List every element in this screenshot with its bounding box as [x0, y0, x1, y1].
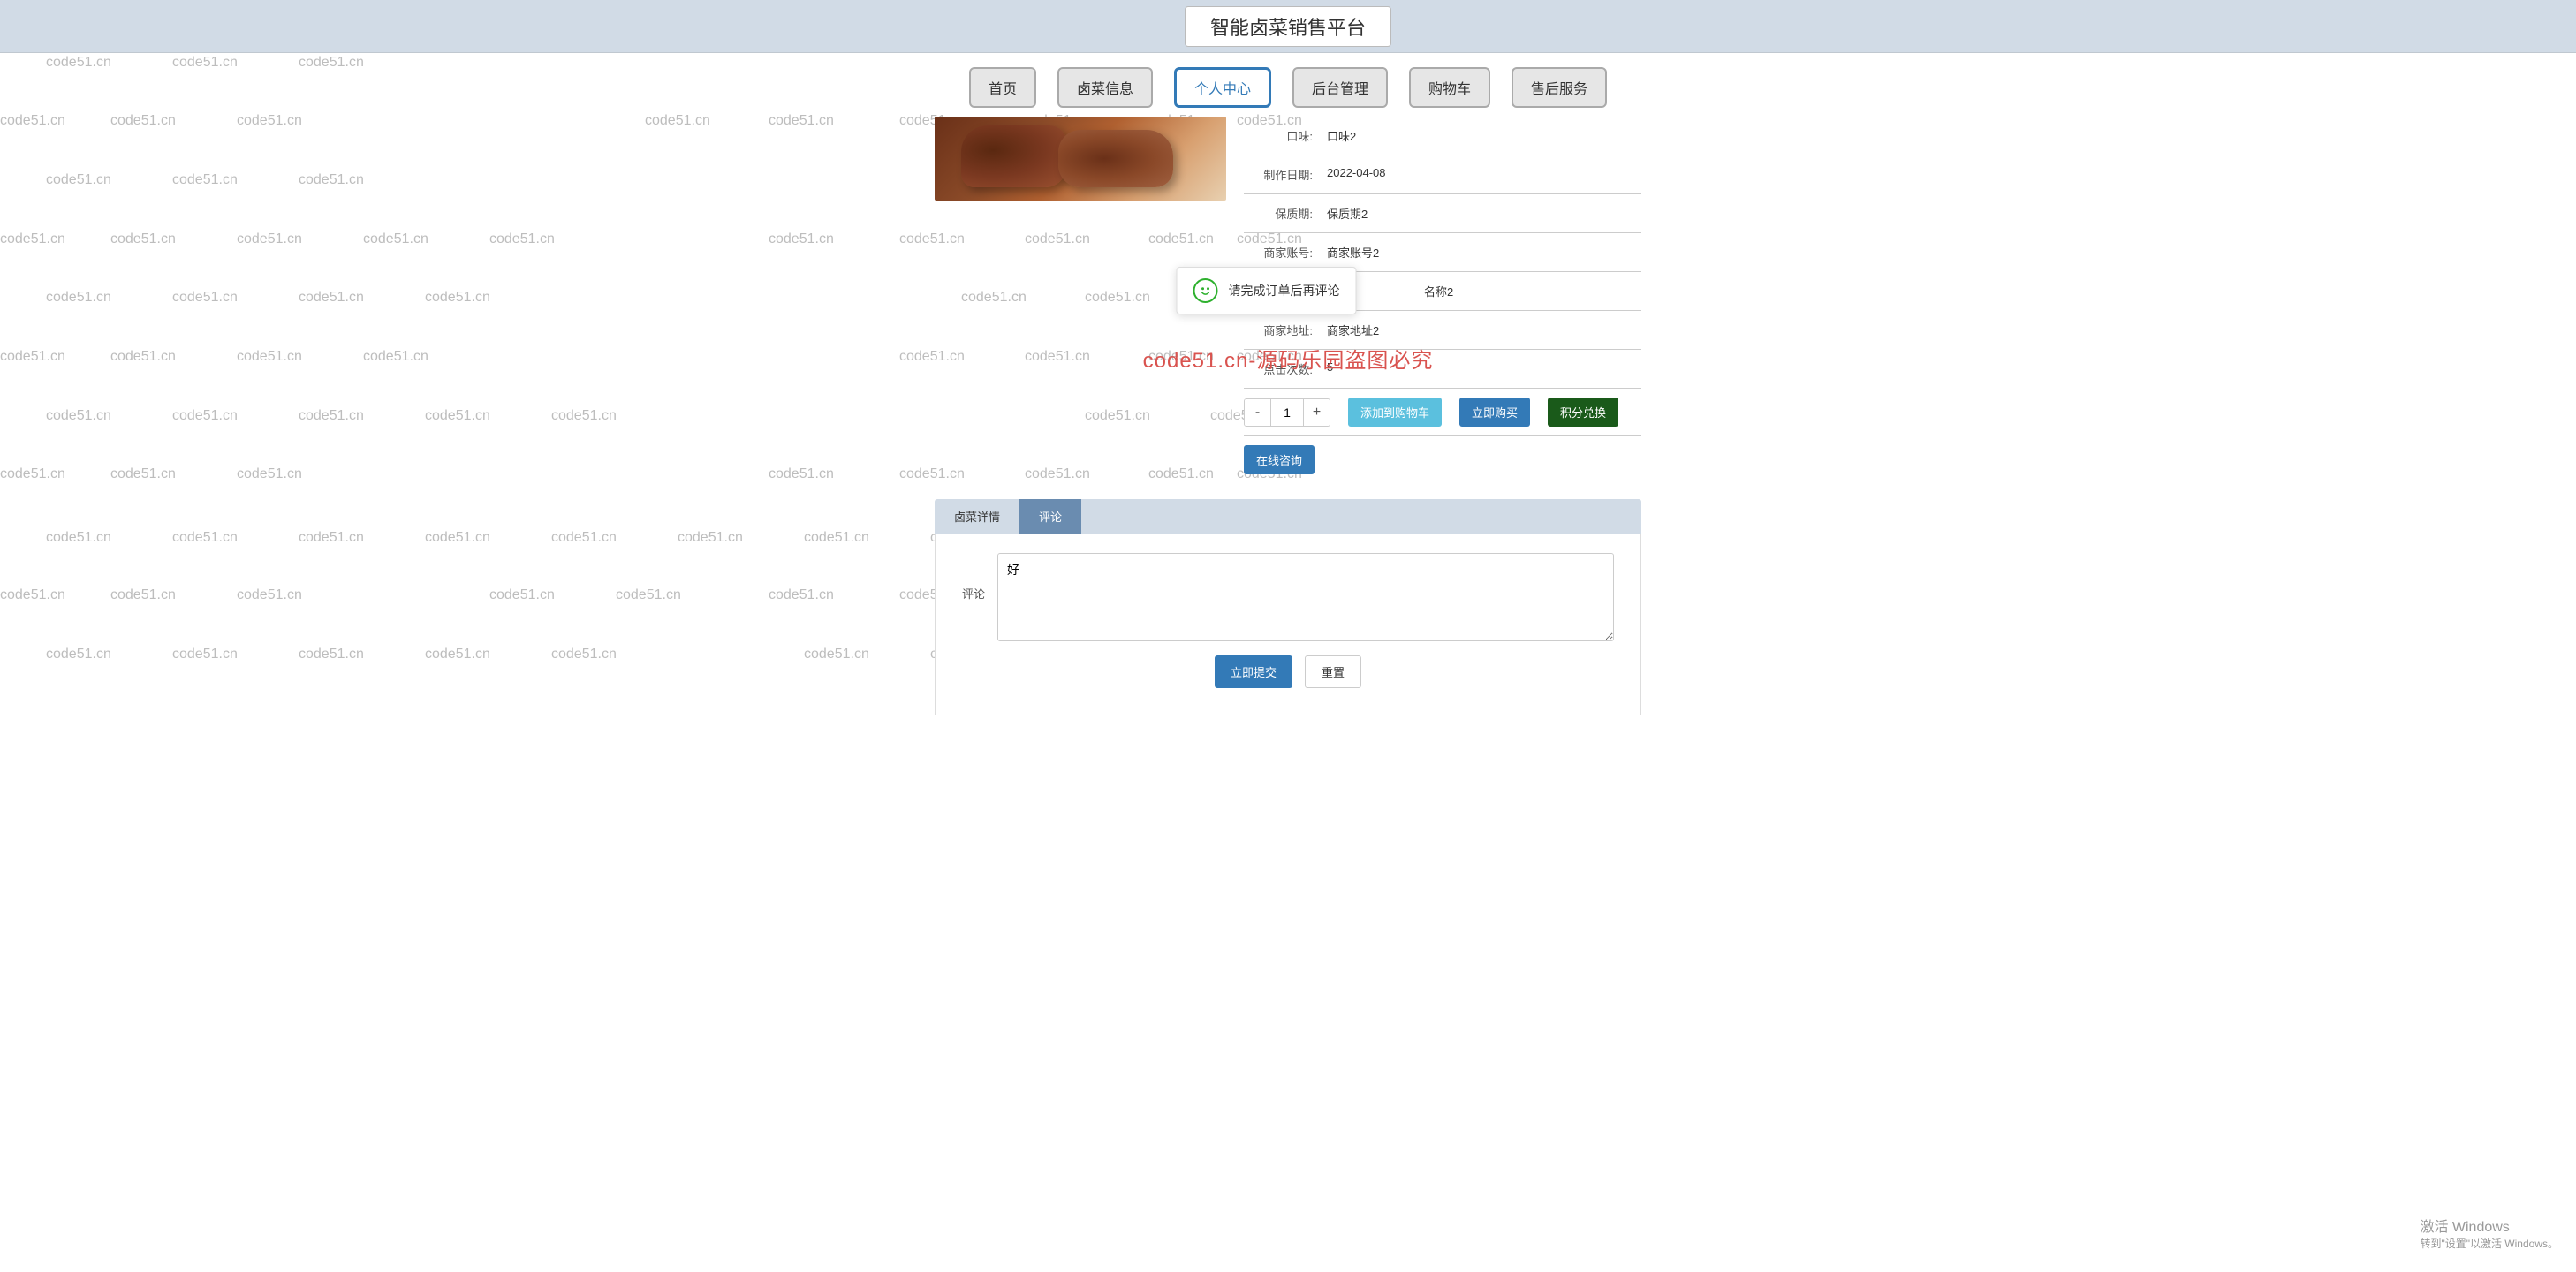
nav-row: 首页 卤菜信息 个人中心 后台管理 购物车 售后服务: [0, 53, 2576, 117]
watermark: code51.cn: [804, 530, 869, 546]
watermark: code51.cn: [299, 647, 364, 662]
product-image: [935, 117, 1226, 201]
nav-backend[interactable]: 后台管理: [1292, 67, 1388, 108]
toast-message: 请完成订单后再评论: [1229, 282, 1340, 299]
field-production-date: 制作日期: 2022-04-08: [1244, 155, 1641, 194]
field-value: 商家账号2: [1327, 244, 1379, 261]
field-flavor: 口味: 口味2: [1244, 117, 1641, 155]
tabs-section: 卤菜详情 评论 评论 立即提交 重置: [935, 499, 1641, 716]
tab-bar: 卤菜详情 评论: [935, 499, 1641, 534]
watermark: code51.cn: [551, 647, 617, 662]
field-click-count: 点击次数: 5: [1244, 350, 1641, 389]
qty-minus-button[interactable]: -: [1245, 399, 1271, 426]
action-row: - + 添加到购物车 立即购买 积分兑换: [1244, 389, 1641, 436]
toast-dialog: 请完成订单后再评论: [1177, 267, 1357, 314]
smile-icon: [1193, 278, 1218, 303]
qty-input[interactable]: [1271, 399, 1303, 426]
field-label: 制作日期:: [1247, 166, 1327, 183]
field-value: 2022-04-08: [1327, 166, 1386, 183]
watermark: code51.cn: [46, 530, 111, 546]
activation-line2: 转到"设置"以激活 Windows。: [2420, 1236, 2558, 1251]
field-merchant-address: 商家地址: 商家地址2: [1244, 311, 1641, 350]
tab-details[interactable]: 卤菜详情: [935, 499, 1019, 534]
watermark: code51.cn: [299, 530, 364, 546]
watermark: code51.cn: [237, 587, 302, 603]
watermark: code51.cn: [616, 587, 681, 603]
comment-textarea[interactable]: [997, 553, 1614, 641]
watermark: code51.cn: [0, 587, 65, 603]
watermark: code51.cn: [769, 587, 834, 603]
tab-body-comments: 评论 立即提交 重置: [935, 534, 1641, 716]
nav-home[interactable]: 首页: [969, 67, 1036, 108]
windows-activation-notice: 激活 Windows 转到"设置"以激活 Windows。: [2420, 1215, 2558, 1251]
watermark: code51.cn: [425, 647, 490, 662]
field-label: 点击次数:: [1247, 360, 1327, 377]
field-label: 口味:: [1247, 127, 1327, 144]
buy-now-button[interactable]: 立即购买: [1459, 398, 1530, 427]
watermark: code51.cn: [172, 647, 238, 662]
header-bar: 智能卤菜销售平台: [0, 0, 2576, 53]
consult-row: 在线咨询: [1244, 436, 1641, 483]
nav-cart[interactable]: 购物车: [1409, 67, 1490, 108]
field-label: 保质期:: [1247, 205, 1327, 222]
watermark: code51.cn: [678, 530, 743, 546]
field-value: 5: [1327, 360, 1333, 377]
field-value: 口味2: [1327, 127, 1356, 144]
field-label: 商家地址:: [1247, 322, 1327, 338]
nav-aftersales[interactable]: 售后服务: [1512, 67, 1607, 108]
comment-form-row: 评论: [962, 553, 1614, 641]
nav-personal-center[interactable]: 个人中心: [1174, 67, 1271, 108]
watermark: code51.cn: [425, 530, 490, 546]
page-title: 智能卤菜销售平台: [1185, 6, 1391, 47]
nav-lucai-info[interactable]: 卤菜信息: [1057, 67, 1153, 108]
activation-line1: 激活 Windows: [2420, 1215, 2558, 1236]
comment-label: 评论: [962, 553, 997, 602]
field-value: 保质期2: [1327, 205, 1368, 222]
submit-button[interactable]: 立即提交: [1215, 655, 1292, 688]
field-label: 商家账号:: [1247, 244, 1327, 261]
field-shelf-life: 保质期: 保质期2: [1244, 194, 1641, 233]
watermark: code51.cn: [172, 530, 238, 546]
add-to-cart-button[interactable]: 添加到购物车: [1348, 398, 1442, 427]
qty-plus-button[interactable]: +: [1303, 399, 1330, 426]
watermark: code51.cn: [489, 587, 555, 603]
watermark: code51.cn: [110, 587, 176, 603]
online-consult-button[interactable]: 在线咨询: [1244, 445, 1315, 474]
reset-button[interactable]: 重置: [1305, 655, 1361, 688]
watermark: code51.cn: [551, 530, 617, 546]
tab-comments[interactable]: 评论: [1019, 499, 1081, 534]
watermark: code51.cn: [804, 647, 869, 662]
points-exchange-button[interactable]: 积分兑换: [1548, 398, 1618, 427]
field-value: 商家地址2: [1327, 322, 1379, 338]
quantity-stepper: - +: [1244, 398, 1330, 427]
watermark: code51.cn: [46, 647, 111, 662]
form-actions: 立即提交 重置: [962, 655, 1614, 688]
